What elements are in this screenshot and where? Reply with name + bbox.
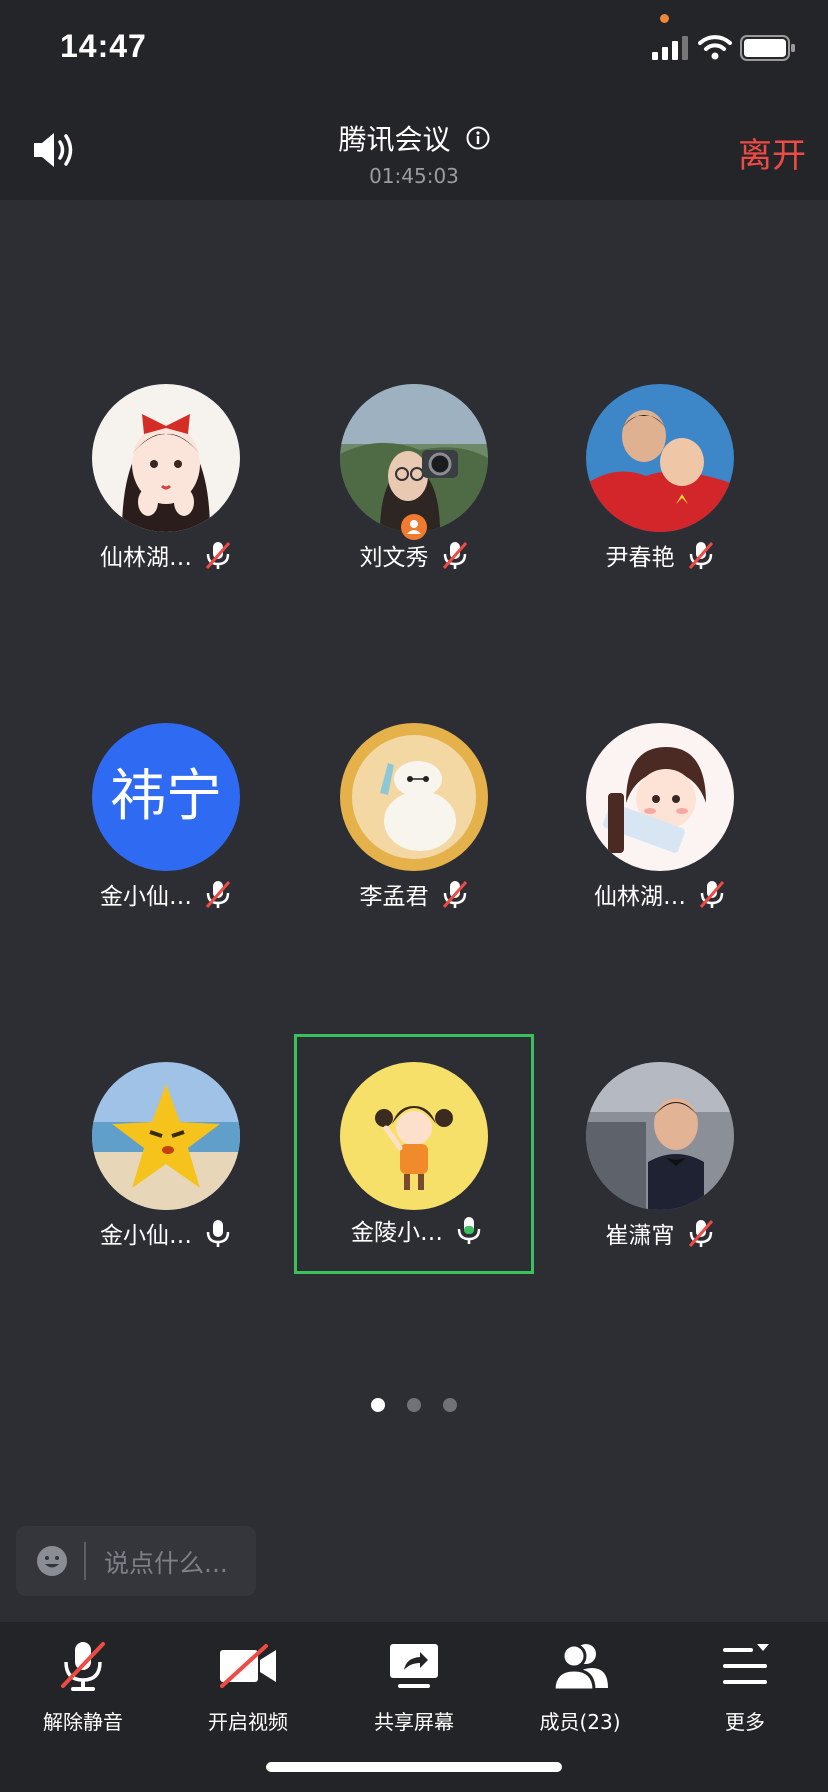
participant-tile[interactable]: 仙林湖… <box>540 701 780 941</box>
status-time: 14:47 <box>60 28 147 64</box>
info-icon[interactable] <box>466 126 490 150</box>
battery-icon <box>740 35 795 61</box>
participant-tile[interactable]: 崔潇宵 <box>540 1040 780 1280</box>
participant-name-row: 崔潇宵 <box>540 1216 780 1250</box>
participant-name-row: 刘文秀 <box>294 538 534 572</box>
participant-name: 仙林湖… <box>100 545 192 571</box>
participant-name: 金小仙… <box>100 884 192 910</box>
participant-name-row: 仙林湖… <box>540 877 780 911</box>
mic-muted-icon <box>442 881 467 908</box>
chat-divider <box>84 1542 86 1580</box>
chat-input[interactable]: 说点什么... <box>16 1526 256 1596</box>
participant-name: 尹春艳 <box>605 545 675 571</box>
meeting-screen: 14:47 腾讯会议 01:45:03 离开 仙林湖… 刘文秀 尹春艳 祎宁 金… <box>0 0 828 1792</box>
mic-muted-icon <box>688 1220 713 1247</box>
leave-button[interactable]: 离开 <box>738 128 806 177</box>
meeting-title-wrap: 腾讯会议 <box>0 118 828 158</box>
meeting-title: 腾讯会议 <box>338 123 451 156</box>
start-video-button[interactable]: 开启视频 <box>165 1640 331 1735</box>
emoji-icon[interactable] <box>36 1545 68 1577</box>
host-badge-icon <box>401 514 427 540</box>
participant-name-row: 金小仙… <box>46 877 286 911</box>
meeting-header: 腾讯会议 01:45:03 离开 <box>0 100 828 200</box>
avatar <box>340 723 488 871</box>
active-speaker-tile[interactable]: 金陵小… <box>294 1034 534 1274</box>
chat-placeholder: 说点什么... <box>104 1549 228 1578</box>
participant-name: 金小仙… <box>100 1223 192 1249</box>
unmute-label: 解除静音 <box>43 1710 123 1734</box>
avatar: 祎宁 <box>92 723 240 871</box>
participant-name-row: 仙林湖… <box>46 538 286 572</box>
unmute-button[interactable]: 解除静音 <box>0 1640 166 1735</box>
mic-muted-icon <box>61 1642 105 1691</box>
video-label: 开启视频 <box>208 1710 288 1734</box>
share-screen-icon <box>390 1644 438 1688</box>
mic-muted-icon <box>205 542 231 569</box>
mic-muted-icon <box>442 542 467 569</box>
participant-name-row: 尹春艳 <box>540 538 780 572</box>
participant-tile[interactable]: 祎宁 金小仙… <box>46 701 286 941</box>
avatar <box>586 384 734 532</box>
avatar <box>92 384 240 532</box>
participant-name: 李孟君 <box>359 884 429 910</box>
mic-on-icon <box>206 1220 230 1247</box>
participant-name: 金陵小… <box>351 1220 443 1246</box>
mic-muted-icon <box>205 881 231 908</box>
participant-tile[interactable]: 尹春艳 <box>540 362 780 602</box>
avatar <box>340 1062 488 1210</box>
participant-name-row: 金陵小… <box>297 1213 537 1247</box>
more-menu-icon <box>723 1644 769 1684</box>
status-bar: 14:47 <box>0 0 828 100</box>
mic-muted-icon <box>699 881 725 908</box>
participant-tile[interactable]: 李孟君 <box>294 701 534 941</box>
members-icon <box>552 1643 608 1692</box>
participant-tile[interactable]: 金小仙… <box>46 1040 286 1280</box>
page-indicator[interactable] <box>0 1397 828 1416</box>
privacy-indicator-icon <box>660 14 669 23</box>
participant-name: 仙林湖… <box>594 884 686 910</box>
mic-muted-icon <box>688 542 713 569</box>
participant-name: 崔潇宵 <box>605 1223 675 1249</box>
avatar <box>586 1062 734 1210</box>
members-label: 成员(23) <box>539 1710 621 1734</box>
avatar <box>92 1062 240 1210</box>
share-screen-button[interactable]: 共享屏幕 <box>331 1640 497 1735</box>
avatar <box>586 723 734 871</box>
more-label: 更多 <box>725 1710 765 1734</box>
page-dot-active[interactable] <box>371 1398 385 1412</box>
mic-speaking-icon <box>457 1217 481 1244</box>
video-off-icon <box>220 1644 276 1688</box>
wifi-icon <box>698 35 732 60</box>
participant-name: 刘文秀 <box>359 545 429 571</box>
more-button[interactable]: 更多 <box>662 1640 828 1735</box>
members-button[interactable]: 成员(23) <box>497 1640 663 1735</box>
avatar-initials: 祎宁 <box>92 723 240 871</box>
page-dot[interactable] <box>407 1398 421 1412</box>
meeting-timer: 01:45:03 <box>369 164 459 188</box>
share-label: 共享屏幕 <box>374 1710 454 1734</box>
page-dot[interactable] <box>443 1398 457 1412</box>
participant-name-row: 李孟君 <box>294 877 534 911</box>
participant-name-row: 金小仙… <box>46 1216 286 1250</box>
participant-tile[interactable]: 刘文秀 <box>294 362 534 602</box>
home-indicator <box>266 1762 562 1772</box>
signal-icon <box>652 36 688 60</box>
participant-tile[interactable]: 仙林湖… <box>46 362 286 602</box>
avatar <box>340 384 488 532</box>
